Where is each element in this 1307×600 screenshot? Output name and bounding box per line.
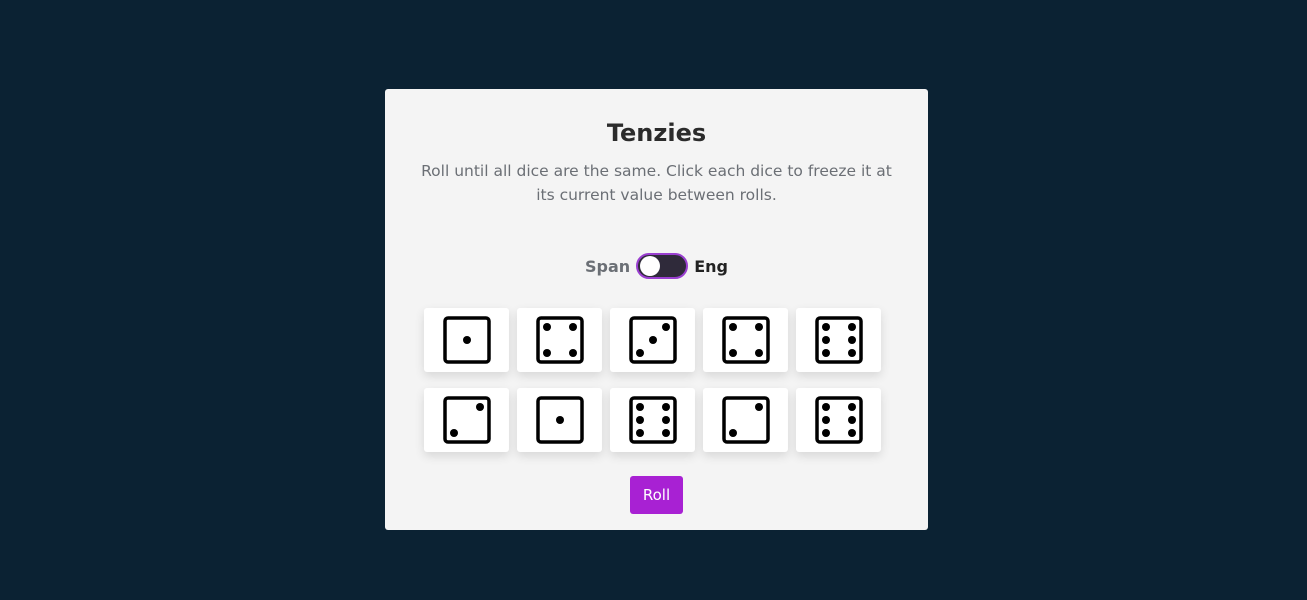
die-face-1-icon	[535, 396, 584, 444]
game-title: Tenzies	[606, 119, 707, 147]
language-label-span: Span	[585, 256, 631, 276]
die-face-3-icon	[628, 316, 677, 364]
die[interactable]	[703, 388, 788, 452]
die[interactable]	[517, 388, 602, 452]
die-face-4-icon	[535, 316, 584, 364]
die-face-1-icon	[442, 316, 491, 364]
die[interactable]	[424, 388, 509, 452]
die-face-6-icon	[814, 316, 863, 364]
die[interactable]	[424, 308, 509, 372]
die[interactable]	[517, 308, 602, 372]
dice-grid	[424, 308, 881, 452]
die[interactable]	[703, 308, 788, 372]
die[interactable]	[610, 308, 695, 372]
game-card: Tenzies Roll until all dice are the same…	[385, 89, 928, 530]
die-face-6-icon	[628, 396, 677, 444]
die[interactable]	[796, 308, 881, 372]
switch-knob	[640, 256, 661, 276]
language-label-eng: Eng	[694, 256, 728, 276]
die-face-6-icon	[814, 396, 863, 444]
language-switch[interactable]	[636, 253, 689, 279]
die-face-2-icon	[721, 396, 770, 444]
roll-button[interactable]: Roll	[630, 476, 683, 514]
language-toggle: Span Eng	[385, 253, 928, 279]
die[interactable]	[610, 388, 695, 452]
game-instructions: Roll until all dice are the same. Click …	[421, 162, 892, 204]
die-face-2-icon	[442, 396, 491, 444]
die[interactable]	[796, 388, 881, 452]
die-face-4-icon	[721, 316, 770, 364]
